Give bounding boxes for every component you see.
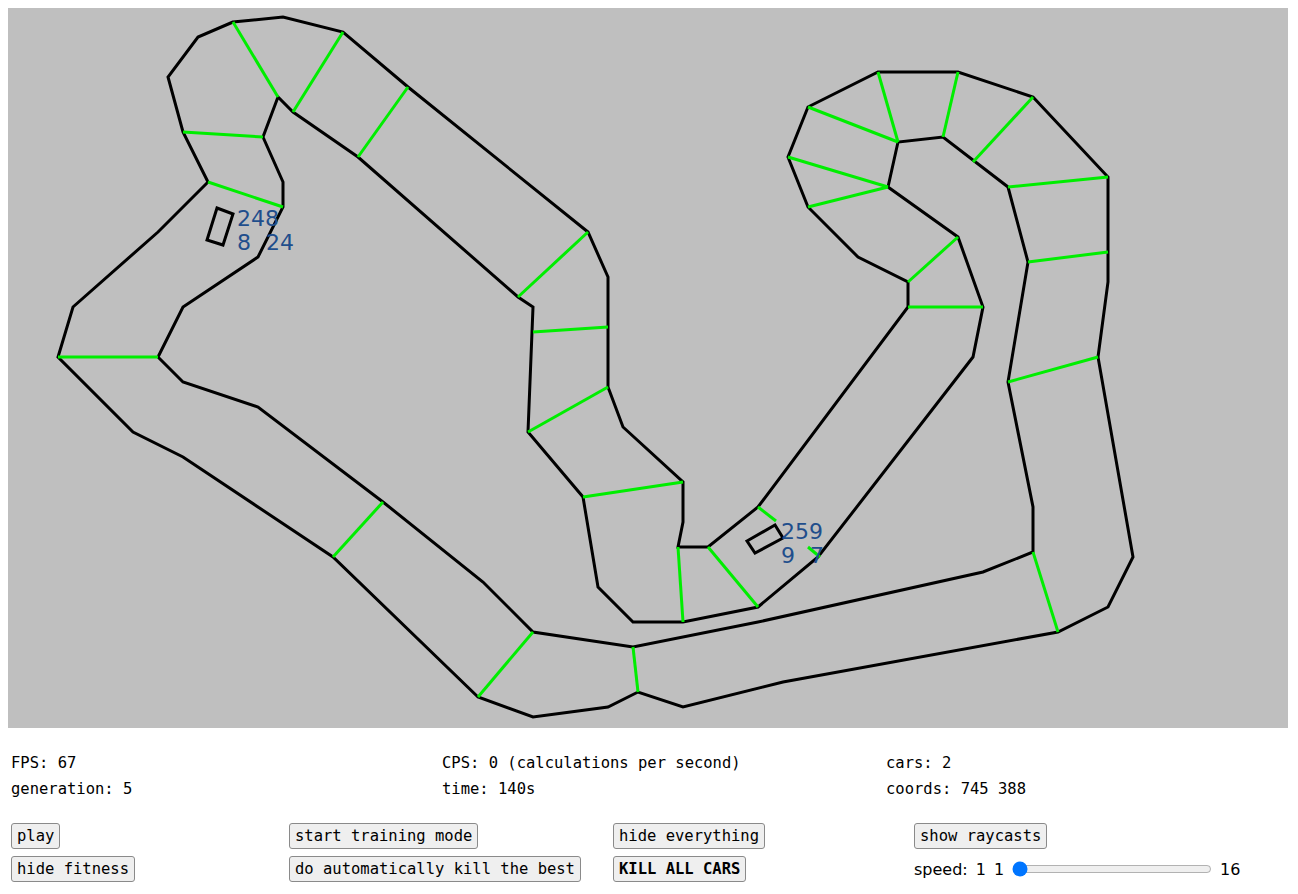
car-left-value: 9 (781, 543, 795, 568)
controls: play start training mode hide everything sh… (8, 822, 1290, 883)
checkpoint (943, 72, 958, 137)
checkpoint (633, 647, 638, 692)
checkpoint (208, 182, 283, 207)
control-button[interactable]: play (11, 823, 60, 849)
control-cell: show raycasts (914, 822, 1290, 850)
checkpoint (358, 87, 408, 157)
car: 25997 (747, 519, 824, 568)
checkpoint (1008, 357, 1098, 382)
car-right-value: 24 (266, 230, 294, 255)
stat-text: time: 140s (442, 776, 886, 802)
checkpoint (808, 107, 898, 142)
checkpoint (788, 157, 888, 187)
checkpoint (1008, 177, 1108, 187)
checkpoint (533, 327, 608, 332)
checkpoint (878, 72, 898, 142)
checkpoint (908, 237, 958, 282)
checkpoint (233, 22, 278, 97)
control-button[interactable]: KILL ALL CARS (613, 856, 746, 882)
checkpoint (678, 547, 683, 622)
control-button[interactable]: show raycasts (914, 823, 1047, 849)
checkpoint (528, 387, 608, 432)
control-cell: hide fitness (11, 855, 289, 883)
speed-slider[interactable] (1012, 861, 1212, 877)
track-canvas: 2488 24 25997 (8, 8, 1288, 728)
track-outer-wall (58, 17, 1133, 717)
control-cell: start training mode (289, 822, 613, 850)
track-inner-wall (158, 97, 1033, 647)
stat-text: CPS: 0 (calculations per second) (442, 750, 886, 776)
speed-min: 1 (994, 860, 1004, 879)
control-button[interactable]: hide fitness (11, 856, 135, 882)
control-cell: hide everything (613, 822, 914, 850)
stat-text: cars: 2 (886, 750, 1290, 776)
checkpoint (1033, 552, 1058, 632)
control-button[interactable]: start training mode (289, 823, 478, 849)
checkpoint (518, 232, 588, 297)
checkpoint (583, 482, 683, 497)
checkpoint (293, 32, 343, 112)
car-fitness: 259 (781, 519, 823, 544)
checkpoint (908, 306, 983, 309)
car-fitness: 248 (237, 206, 279, 231)
control-button[interactable]: do automatically kill the best (289, 856, 581, 882)
stat-text: generation: 5 (11, 776, 442, 802)
speed-control: speed: 11 16 (914, 855, 1290, 883)
page: 2488 24 25997 FPS: 67CPS: 0 (calculations p… (0, 0, 1298, 891)
speed-max: 16 (1220, 860, 1240, 879)
stat-text: FPS: 67 (11, 750, 442, 776)
stats-panel: FPS: 67CPS: 0 (calculations per second)c… (8, 750, 1290, 802)
checkpoint (973, 97, 1033, 162)
checkpoint (58, 356, 158, 359)
speed-label: speed: (914, 860, 968, 879)
checkpoint (478, 632, 533, 697)
car-body (207, 208, 233, 245)
car-left-value: 8 (237, 230, 251, 255)
stat-text: coords: 745 388 (886, 776, 1290, 802)
control-cell: KILL ALL CARS (613, 855, 914, 883)
speed-value: 1 (976, 860, 986, 879)
checkpoint (808, 187, 888, 207)
checkpoint (758, 507, 776, 521)
checkpoint (333, 502, 383, 557)
car-right-value: 7 (810, 543, 824, 568)
checkpoint (183, 132, 263, 137)
control-cell: do automatically kill the best (289, 855, 613, 883)
control-button[interactable]: hide everything (613, 823, 765, 849)
car-body (747, 525, 783, 553)
car: 2488 24 (207, 206, 294, 255)
checkpoint (1028, 252, 1108, 262)
checkpoint (708, 547, 758, 607)
control-cell: play (11, 822, 289, 850)
